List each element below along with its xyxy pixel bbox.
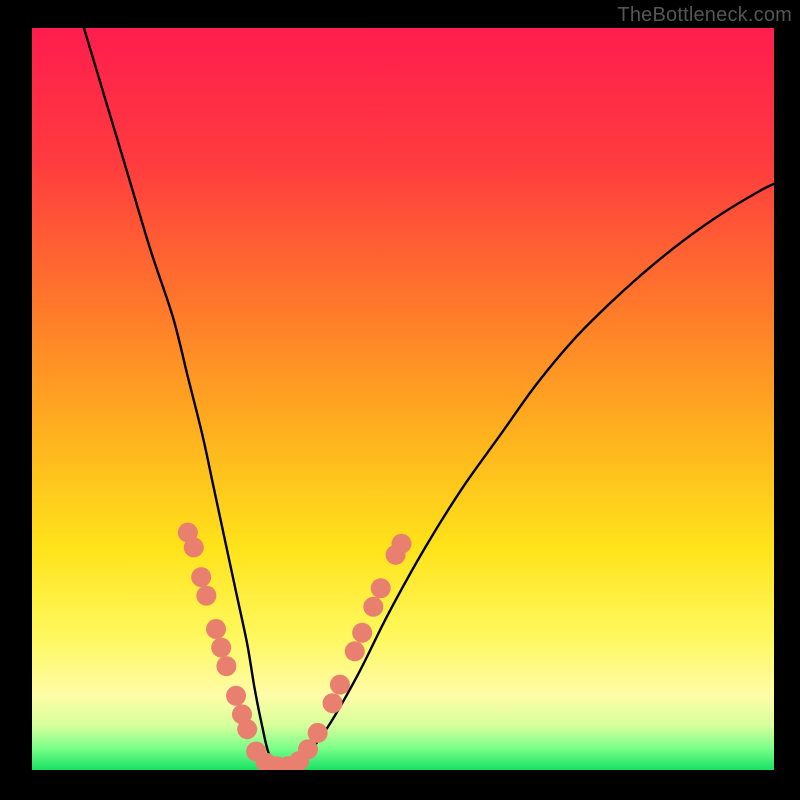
marker-dot: [308, 723, 328, 743]
marker-dot: [352, 623, 372, 643]
marker-dot: [211, 638, 231, 658]
marker-dot: [237, 719, 257, 739]
marker-dot: [206, 619, 226, 639]
marker-dot: [323, 693, 343, 713]
watermark-text: TheBottleneck.com: [617, 4, 792, 27]
marker-dot: [216, 656, 236, 676]
marker-dot: [191, 567, 211, 587]
marker-dot: [330, 675, 350, 695]
marker-dot: [363, 597, 383, 617]
chart-stage: TheBottleneck.com: [0, 0, 800, 800]
marker-dot: [196, 586, 216, 606]
plot-frame: [32, 28, 774, 770]
marker-dot: [226, 686, 246, 706]
gradient-background: [32, 28, 774, 770]
marker-dot: [184, 537, 204, 557]
marker-dot: [345, 641, 365, 661]
marker-dot: [371, 578, 391, 598]
plot-svg: [32, 28, 774, 770]
marker-dot: [392, 534, 412, 554]
